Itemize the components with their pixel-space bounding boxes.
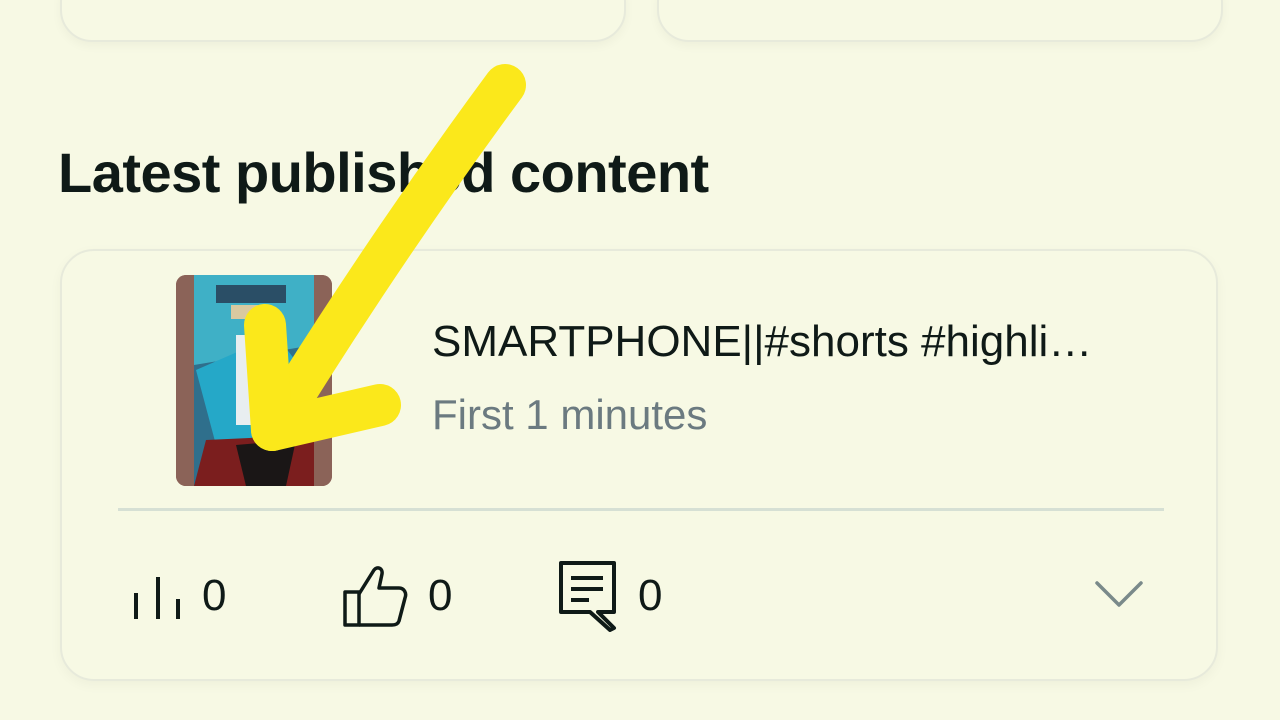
- likes-stat: 0: [342, 561, 452, 631]
- comments-count: 0: [638, 571, 663, 620]
- page: Latest published content SMARTPHONE||#sh…: [0, 0, 1280, 720]
- comments-stat: 0: [558, 561, 663, 632]
- video-subtitle: First 1 minutes: [432, 391, 708, 438]
- top-card-right[interactable]: [657, 0, 1223, 42]
- likes-count: 0: [428, 571, 453, 620]
- section-title: Latest published content: [58, 141, 709, 204]
- video-thumbnail[interactable]: [176, 275, 332, 486]
- thumbs-up-icon: [343, 566, 408, 627]
- bar-chart-icon: [134, 577, 180, 619]
- views-count: 0: [202, 571, 227, 620]
- content-card[interactable]: SMARTPHONE||#shorts #highli… First 1 min…: [60, 249, 1218, 681]
- video-title[interactable]: SMARTPHONE||#shorts #highli…: [432, 317, 1162, 367]
- views-stat: 0: [132, 561, 226, 631]
- expand-button[interactable]: [1094, 577, 1144, 611]
- top-card-left[interactable]: [60, 0, 626, 42]
- comment-icon: [559, 561, 616, 632]
- divider: [118, 508, 1164, 511]
- chevron-down-icon: [1095, 581, 1143, 607]
